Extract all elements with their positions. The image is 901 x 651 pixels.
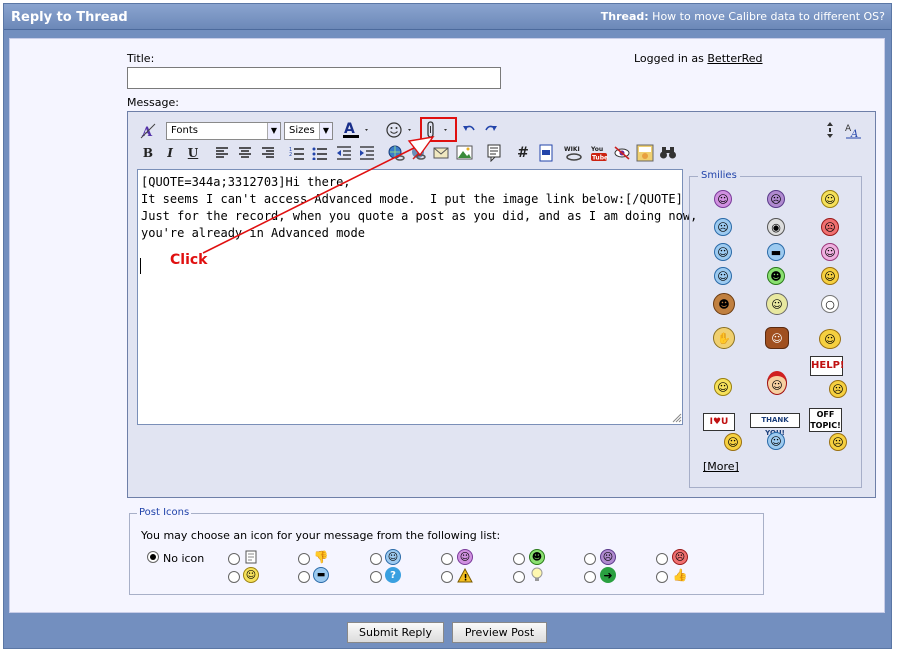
smilie-shocked-icon[interactable]: ◉: [767, 218, 785, 236]
smile-icon: ☺: [243, 567, 259, 583]
smilie-confused-icon[interactable]: ☹: [714, 218, 732, 236]
smilie-thumbs-icon[interactable]: ☺: [821, 267, 839, 285]
smilie-biggrin-icon[interactable]: ☻: [767, 267, 785, 285]
post-icons-description: You may choose an icon for your message …: [141, 529, 501, 542]
smilie-smile-icon[interactable]: ☺: [821, 190, 839, 208]
warning-icon: !: [457, 567, 473, 583]
svg-text:!: !: [464, 573, 468, 583]
smilies-legend: Smilies: [698, 170, 740, 181]
radio-icon-smile-purple[interactable]: [441, 553, 453, 565]
smilie-wink-icon[interactable]: ☺: [714, 243, 732, 261]
smilie-wave-icon[interactable]: ✋: [713, 327, 735, 349]
submit-reply-button[interactable]: Submit Reply: [347, 622, 444, 643]
radio-icon-sad[interactable]: [584, 553, 596, 565]
smilie-reading-icon[interactable]: ☻: [713, 293, 735, 315]
lightbulb-icon: [529, 567, 545, 583]
biggrin-icon: ☻: [529, 549, 545, 565]
document-icon: [243, 549, 259, 565]
smilie-love-face-icon: ☺: [724, 433, 742, 451]
smilie-thank-you-sign[interactable]: THANK YOU!: [750, 413, 800, 437]
smilie-idea-icon[interactable]: ○: [821, 295, 839, 313]
smilie-help-face-icon: ☹: [829, 380, 847, 398]
smilie-santa-icon[interactable]: ☺: [767, 371, 787, 395]
radio-icon-question[interactable]: [370, 571, 382, 583]
radio-icon-arrow[interactable]: [584, 571, 596, 583]
radio-icon-document[interactable]: [228, 553, 240, 565]
thumbs-up-icon: 👍: [672, 568, 688, 582]
smilie-bookworm-icon[interactable]: ☺: [765, 327, 789, 349]
sad-icon: ☹: [600, 549, 616, 565]
smilie-tongue-icon[interactable]: ☺: [821, 243, 839, 261]
smilie-rolleyes-icon[interactable]: ☺: [714, 267, 732, 285]
smilie-offtopic-face-icon: ☹: [829, 433, 847, 451]
radio-icon-cool[interactable]: [298, 571, 310, 583]
smilie-cool-icon[interactable]: ▬: [767, 243, 785, 261]
more-smilies-link[interactable]: [More]: [703, 460, 739, 473]
angry-icon: ☹: [672, 549, 688, 565]
arrow-right-icon: ➜: [600, 567, 616, 583]
radio-icon-thumbs-down[interactable]: [298, 553, 310, 565]
radio-no-icon[interactable]: [147, 551, 159, 563]
thumbs-down-icon: 👎: [313, 550, 329, 564]
smilie-book-icon[interactable]: ☺: [766, 293, 788, 315]
radio-icon-wink[interactable]: [370, 553, 382, 565]
question-icon: ?: [385, 567, 401, 583]
smilie-blush-icon[interactable]: ☺: [714, 378, 732, 396]
radio-icon-warning[interactable]: [441, 571, 453, 583]
smilie-help-sign[interactable]: HELP!: [810, 356, 844, 376]
no-icon-label: No icon: [163, 552, 205, 565]
smilie-happy-icon[interactable]: ☺: [714, 190, 732, 208]
smilie-sad-icon[interactable]: ☹: [767, 190, 785, 208]
radio-icon-biggrin[interactable]: [513, 553, 525, 565]
post-icons-legend: Post Icons: [137, 507, 192, 518]
wink-icon: ☺: [385, 549, 401, 565]
cool-icon: ▬: [313, 567, 329, 583]
radio-icon-smile[interactable]: [228, 571, 240, 583]
radio-icon-angry[interactable]: [656, 553, 668, 565]
smilie-off-topic-sign[interactable]: OFF TOPIC!: [809, 408, 842, 432]
smilie-thank-face-icon: ☺: [767, 432, 785, 450]
radio-icon-thumbs-up[interactable]: [656, 571, 668, 583]
smilie-love-u-sign[interactable]: I♥U: [703, 413, 735, 431]
preview-post-button[interactable]: Preview Post: [452, 622, 547, 643]
radio-icon-lightbulb[interactable]: [513, 571, 525, 583]
smilie-angry-icon[interactable]: ☹: [821, 218, 839, 236]
smile-purple-icon: ☺: [457, 549, 473, 565]
smilie-thumbsup-icon[interactable]: ☺: [819, 329, 841, 349]
more-smilies-label: [More]: [703, 460, 739, 473]
